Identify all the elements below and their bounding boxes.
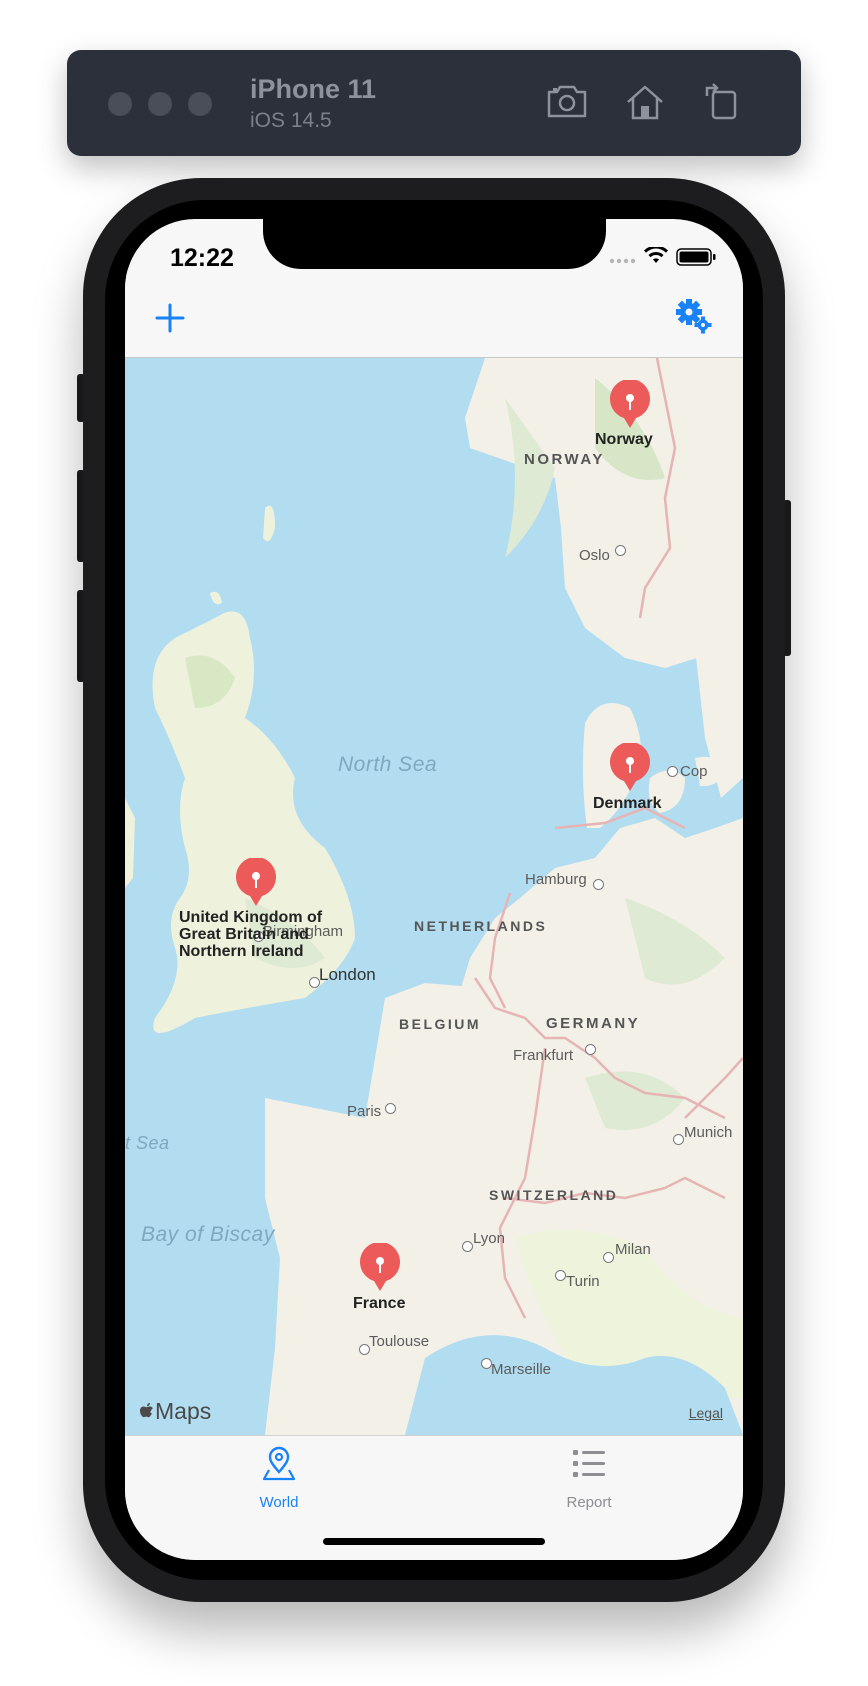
- map-pin-icon: [262, 1446, 296, 1481]
- pin-label-line: Great Britain and: [179, 926, 309, 943]
- country-label-belgium: BELGIUM: [399, 1016, 482, 1032]
- plus-icon[interactable]: [155, 303, 185, 333]
- os-version: iOS 14.5: [250, 109, 332, 132]
- map-pin-denmark[interactable]: [608, 743, 652, 793]
- app-screen: 12:22 North Sea Bay of Biscay t Sea NORW…: [125, 219, 743, 1560]
- tab-world-label: World: [259, 1494, 299, 1511]
- city-dot-munich: [673, 1134, 684, 1145]
- pin-label-denmark: Denmark: [593, 795, 662, 812]
- sea-label-celtic-sea: t Sea: [125, 1133, 170, 1153]
- city-label-paris: Paris: [347, 1103, 382, 1120]
- device-name: iPhone 11: [250, 74, 377, 104]
- tab-report-label: Report: [566, 1494, 612, 1511]
- city-label-hamburg: Hamburg: [525, 871, 587, 888]
- home-indicator[interactable]: [323, 1538, 545, 1545]
- rotate-icon[interactable]: [701, 80, 745, 124]
- navigation-bar: [125, 269, 743, 358]
- city-label-milan: Milan: [615, 1241, 651, 1258]
- zoom-window-button[interactable]: [188, 92, 212, 116]
- pin-label-united-kingdom: United Kingdom of Great Britain and Nort…: [179, 909, 322, 960]
- simulator-toolbar: iPhone 11 iOS 14.5: [67, 50, 801, 156]
- map-pin-france[interactable]: [358, 1243, 402, 1293]
- city-dot-oslo: [615, 545, 626, 556]
- city-label-toulouse: Toulouse: [369, 1333, 430, 1350]
- country-label-switzerland: SWITZERLAND: [489, 1187, 619, 1203]
- city-dot-copenhagen: [667, 766, 678, 777]
- status-icons: [609, 247, 716, 266]
- tab-report[interactable]: Report: [489, 1436, 689, 1526]
- country-label-netherlands: NETHERLANDS: [414, 918, 548, 934]
- home-icon[interactable]: [623, 80, 667, 124]
- city-label-munich: Munich: [684, 1124, 733, 1141]
- city-label-copenhagen: Cop: [680, 763, 708, 780]
- city-label-oslo: Oslo: [579, 547, 610, 564]
- sea-label-bay-of-biscay: Bay of Biscay: [141, 1223, 275, 1246]
- notch: [263, 219, 606, 269]
- map-base: [125, 358, 743, 1435]
- minimize-window-button[interactable]: [148, 92, 172, 116]
- maps-logo-text: Maps: [155, 1398, 212, 1424]
- city-dot-lyon: [462, 1241, 473, 1252]
- pin-label-norway: Norway: [595, 431, 653, 448]
- city-dot-turin: [555, 1270, 566, 1281]
- city-dot-frankfurt: [585, 1044, 596, 1055]
- cellular-icon: [609, 258, 636, 264]
- city-label-lyon: Lyon: [473, 1230, 505, 1247]
- city-label-marseille: Marseille: [491, 1361, 552, 1378]
- city-label-london: London: [319, 965, 376, 984]
- city-dot-hamburg: [593, 879, 604, 890]
- apple-logo-icon: [140, 1402, 153, 1418]
- city-label-turin: Turin: [566, 1273, 600, 1290]
- country-label-norway: NORWAY: [524, 451, 605, 468]
- pin-label-france: France: [353, 1295, 406, 1312]
- city-dot-milan: [603, 1252, 614, 1263]
- gear-icon[interactable]: [675, 297, 713, 335]
- battery-icon: [676, 248, 716, 266]
- legal-link[interactable]: Legal: [689, 1405, 723, 1421]
- wifi-icon: [644, 247, 668, 263]
- country-label-germany: GERMANY: [546, 1015, 641, 1032]
- world-map[interactable]: North Sea Bay of Biscay t Sea NORWAY NET…: [125, 358, 743, 1435]
- sea-label-north-sea: North Sea: [338, 753, 438, 776]
- map-pin-norway[interactable]: [608, 380, 652, 430]
- list-icon: [573, 1450, 605, 1477]
- pin-label-line: United Kingdom of: [179, 909, 323, 926]
- tab-world[interactable]: World: [179, 1436, 379, 1526]
- map-pin-united-kingdom[interactable]: [234, 858, 278, 908]
- city-dot-paris: [385, 1103, 396, 1114]
- close-window-button[interactable]: [108, 92, 132, 116]
- pin-label-line: Northern Ireland: [179, 943, 304, 960]
- city-label-frankfurt: Frankfurt: [513, 1047, 574, 1064]
- apple-maps-logo: Maps: [139, 1398, 211, 1425]
- screenshot-icon[interactable]: [545, 80, 589, 124]
